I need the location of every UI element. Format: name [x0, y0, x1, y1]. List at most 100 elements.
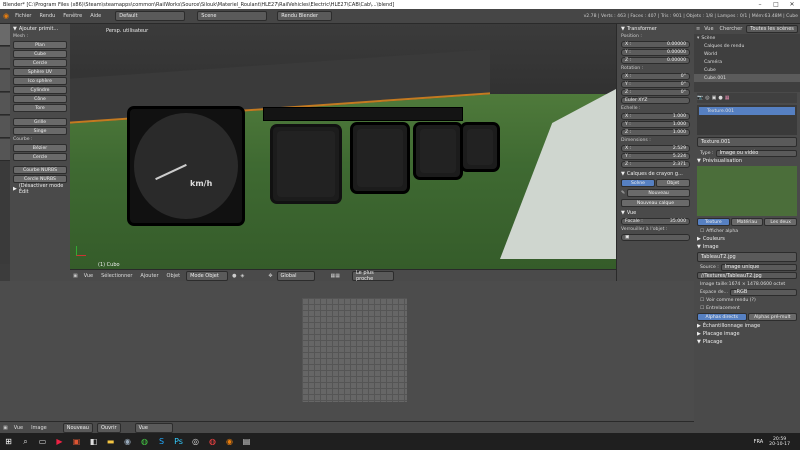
preview-material-tab[interactable]: Matériau: [730, 218, 764, 226]
add-curve-circle-button[interactable]: Cercle: [13, 153, 67, 161]
grease-pencil-object-tab[interactable]: Objet: [656, 179, 690, 187]
add-torus-button[interactable]: Tore: [13, 104, 67, 112]
transform-panel-header[interactable]: ▼ Transformer: [621, 25, 690, 33]
uv-view-mode-selector[interactable]: Vue: [134, 422, 173, 433]
uv-image-editor[interactable]: [0, 281, 694, 421]
focal-length-field[interactable]: Focale :35.000: [621, 218, 690, 225]
render-tab-icon[interactable]: 📷: [697, 95, 703, 101]
alpha-premultiplied-button[interactable]: Alphas pré-mult: [747, 313, 797, 321]
outliner-editor-icon[interactable]: ≡: [696, 26, 700, 32]
texture-datablock[interactable]: Texture.001: [697, 137, 797, 147]
outliner-display-mode[interactable]: Toutes les scènes: [746, 25, 798, 33]
uv-new-button[interactable]: Nouveau: [62, 422, 93, 433]
close-button[interactable]: ✕: [784, 0, 800, 9]
menu-window[interactable]: Fenêtre: [61, 13, 84, 19]
language-indicator[interactable]: FRA: [754, 439, 764, 445]
shading-icon[interactable]: ●: [232, 273, 236, 279]
tab-tools[interactable]: [0, 24, 10, 46]
orientation-selector[interactable]: Global: [276, 270, 315, 281]
color-space-selector[interactable]: sRGB: [729, 288, 797, 296]
rotation-z-field[interactable]: Z :0°: [621, 89, 690, 96]
image-filepath-field[interactable]: //Textures/TableauT2.jpg: [697, 272, 797, 279]
preview-both-tab[interactable]: Les deux: [764, 218, 798, 226]
menu-object[interactable]: Objet: [165, 273, 183, 279]
image-panel-header[interactable]: ▼ Image: [697, 243, 797, 251]
rotation-y-field[interactable]: Y :0°: [621, 81, 690, 88]
location-y-field[interactable]: Y :0.00000: [621, 49, 690, 56]
colors-panel-header[interactable]: ▶ Couleurs: [697, 235, 797, 243]
3d-viewport[interactable]: km/h Persp. utilisateur (1) Cubo: [70, 24, 616, 269]
grease-pencil-scene-tab[interactable]: Scène: [621, 179, 655, 187]
image-source-selector[interactable]: Image unique: [720, 263, 797, 271]
add-nurbs-curve-button[interactable]: Courbe NURBS: [13, 166, 67, 174]
tab-relations[interactable]: [0, 70, 10, 92]
rotation-mode-selector[interactable]: Euler XYZ: [621, 97, 690, 104]
outliner-menu-search[interactable]: Chercher: [718, 26, 745, 32]
add-cylinder-button[interactable]: Cylindre: [13, 86, 67, 94]
task-view-icon[interactable]: ▭: [34, 433, 51, 450]
menu-file[interactable]: Fichier: [13, 13, 33, 19]
blender-logo-icon[interactable]: ◉: [3, 12, 9, 20]
texture-slot-item[interactable]: Texture.001: [699, 107, 795, 115]
chrome-icon[interactable]: ◍: [136, 433, 153, 450]
mode-selector[interactable]: Mode Objet: [186, 270, 229, 281]
material-tab-icon[interactable]: ●: [718, 95, 722, 101]
texture-tab-icon[interactable]: ▦: [725, 95, 730, 101]
editor-type-icon[interactable]: ▣: [73, 273, 78, 279]
image-sampling-panel-header[interactable]: ▶ Échantillonnage image: [697, 322, 797, 330]
outliner-item-cube-001[interactable]: Cube.001: [694, 74, 800, 82]
add-nurbs-circle-button[interactable]: Cercle NURBS: [13, 175, 67, 183]
location-x-field[interactable]: X :0.00000: [621, 41, 690, 48]
tab-physics[interactable]: [0, 116, 10, 138]
app-window-icon[interactable]: ▤: [238, 433, 255, 450]
search-icon[interactable]: ⌕: [17, 433, 34, 450]
outliner-item-world[interactable]: World: [694, 50, 800, 58]
outliner-item-cube[interactable]: Cube: [694, 66, 800, 74]
add-bezier-button[interactable]: Bézier: [13, 144, 67, 152]
dimension-z-field[interactable]: Z :2.371: [621, 161, 690, 168]
uv-open-button[interactable]: Ouvrir: [96, 422, 121, 433]
menu-help[interactable]: Aide: [88, 13, 103, 19]
mapping-panel-header[interactable]: ▼ Placage: [697, 338, 797, 346]
texture-type-selector[interactable]: Image ou vidéo: [715, 149, 797, 157]
menu-add[interactable]: Ajouter: [138, 273, 160, 279]
layout-selector[interactable]: Default: [115, 11, 186, 21]
store-icon[interactable]: ◧: [85, 433, 102, 450]
tab-grease-pencil[interactable]: [0, 139, 10, 161]
chrome-browser-icon[interactable]: ◍: [204, 433, 221, 450]
app-icon[interactable]: ◎: [187, 433, 204, 450]
preview-panel-header[interactable]: ▼ Prévisualisation: [697, 157, 797, 165]
location-z-field[interactable]: Z :0.00000: [621, 57, 690, 64]
layers-icon[interactable]: ▦▦: [331, 273, 340, 279]
menu-select[interactable]: Sélectionner: [99, 273, 134, 279]
uv-menu-view[interactable]: Vue: [12, 425, 25, 431]
add-monkey-button[interactable]: Singe: [13, 127, 67, 135]
menu-view[interactable]: Vue: [82, 273, 95, 279]
show-alpha-checkbox[interactable]: ☐ Afficher alpha: [697, 227, 797, 235]
alpha-straight-button[interactable]: Alphas directs: [697, 313, 747, 321]
rotation-x-field[interactable]: X :0°: [621, 73, 690, 80]
windows-start-icon[interactable]: ⊞: [0, 433, 17, 450]
view-as-render-checkbox[interactable]: ☐ Voir comme rendu (?): [697, 296, 797, 304]
editor-type-icon-uv[interactable]: ▣: [3, 425, 8, 431]
menu-render[interactable]: Rendu: [37, 13, 57, 19]
scale-x-field[interactable]: X :1.000: [621, 113, 690, 120]
toolshelf-header[interactable]: ▼ Ajouter primit...: [13, 25, 67, 33]
texture-slots-list[interactable]: Texture.001: [697, 105, 797, 135]
add-uv-sphere-button[interactable]: Sphère UV: [13, 68, 67, 76]
skype-icon[interactable]: S: [153, 433, 170, 450]
dimension-x-field[interactable]: X :2.529: [621, 145, 690, 152]
uv-menu-image[interactable]: Image: [29, 425, 49, 431]
tab-create[interactable]: [0, 47, 10, 69]
image-datablock[interactable]: TableauT2.jpg: [697, 252, 797, 262]
add-circle-button[interactable]: Cercle: [13, 59, 67, 67]
pivot-icon[interactable]: ◈: [240, 273, 244, 279]
outliner-item-render-layers[interactable]: Calques de rendu: [694, 42, 800, 50]
scene-tab-icon[interactable]: ◎: [705, 95, 709, 101]
add-cube-button[interactable]: Cube: [13, 50, 67, 58]
tab-animation[interactable]: [0, 93, 10, 115]
maximize-button[interactable]: □: [768, 0, 784, 9]
scale-y-field[interactable]: Y :1.000: [621, 121, 690, 128]
outliner-item-scene[interactable]: ▾ Scène: [694, 34, 800, 42]
minimize-button[interactable]: –: [752, 0, 768, 9]
